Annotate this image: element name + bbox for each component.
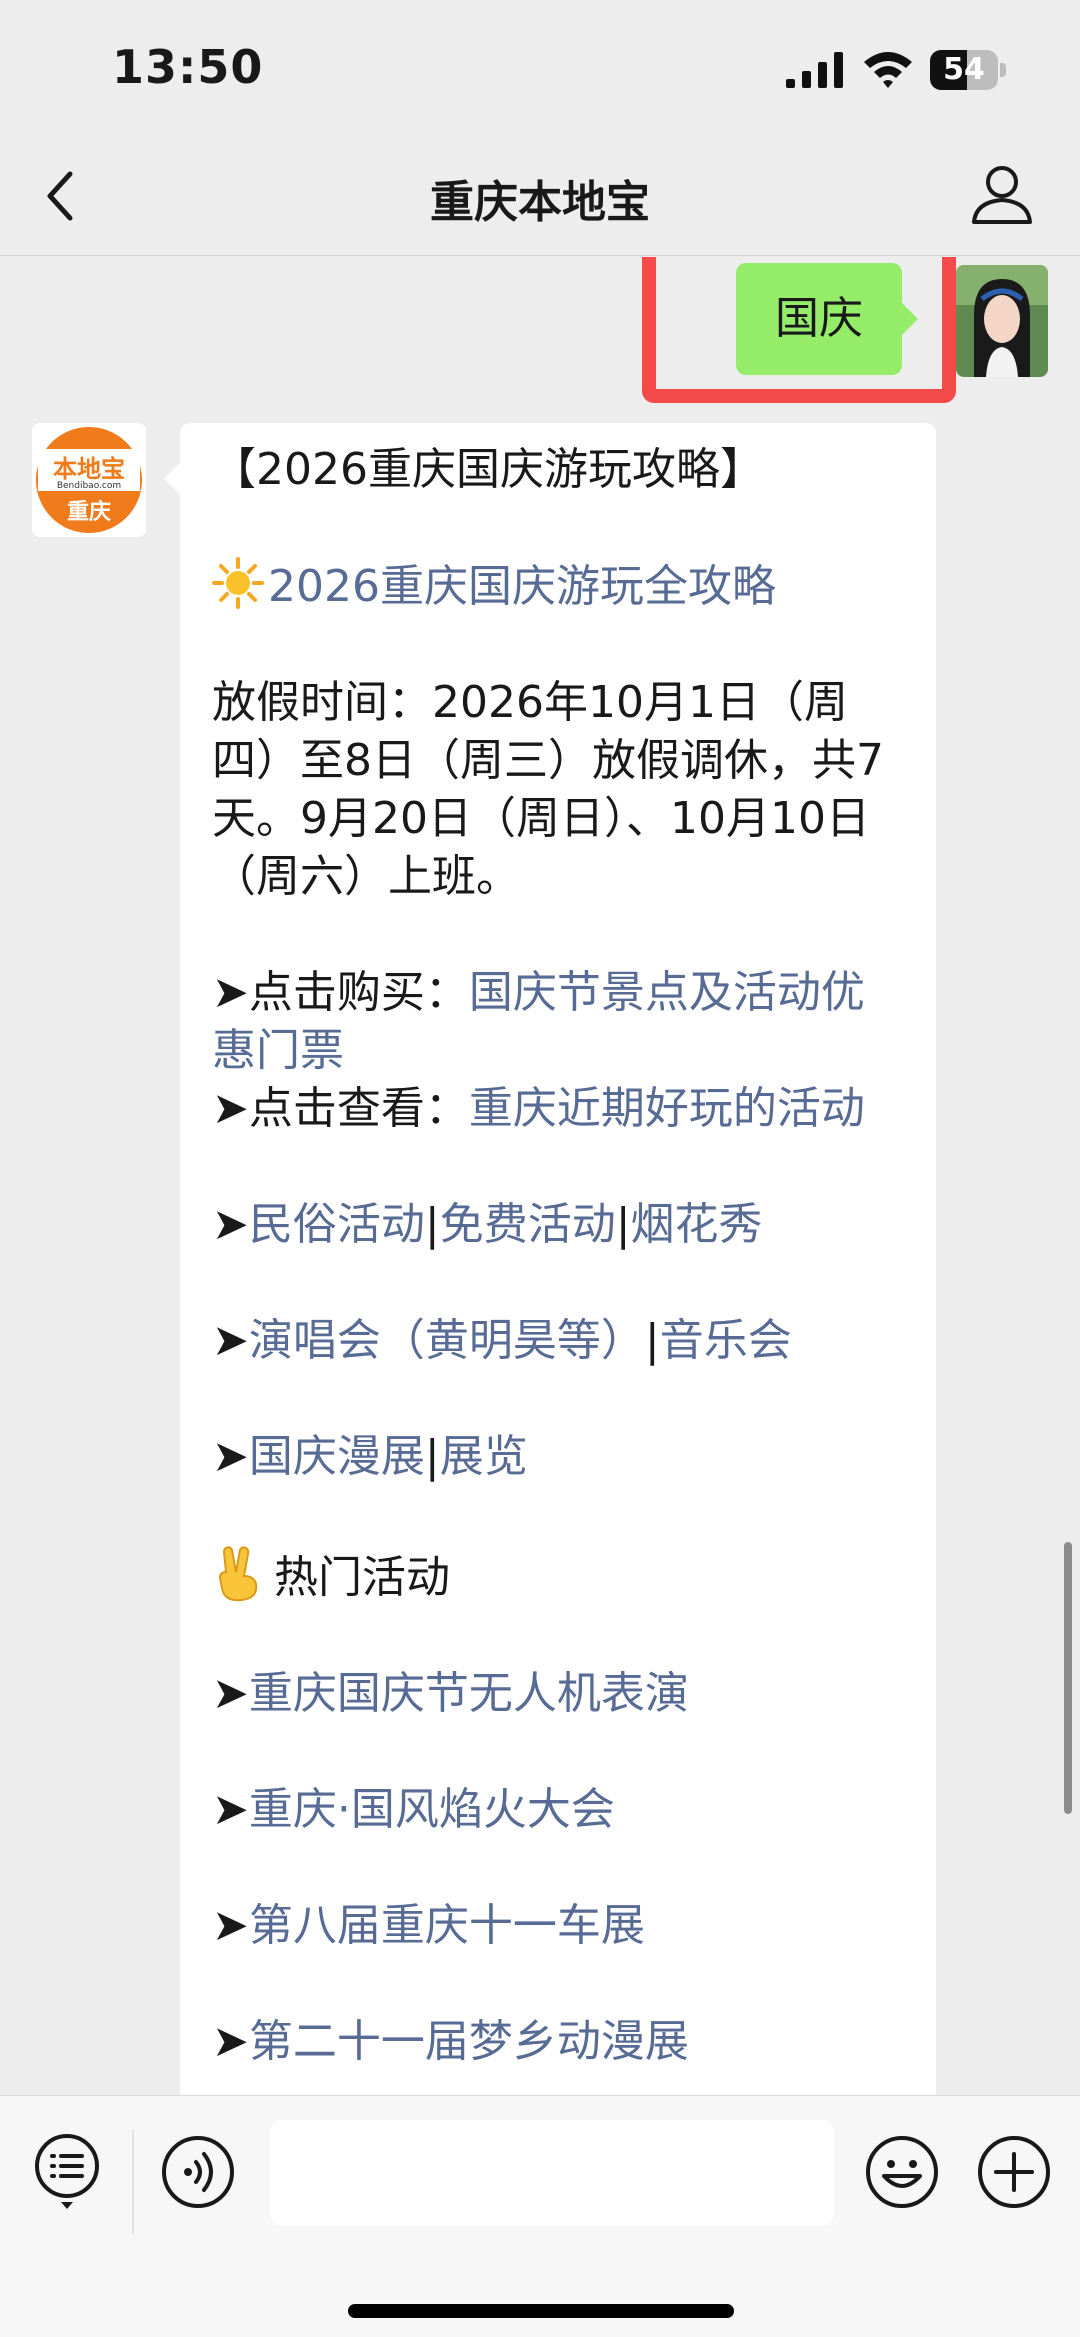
svg-text:Bendibao.com: Bendibao.com: [57, 481, 121, 491]
fireworks-link[interactable]: 烟花秀: [631, 1199, 763, 1250]
concert-link[interactable]: 演唱会（黄明昊等）: [249, 1315, 645, 1366]
divider: [132, 2130, 134, 2234]
status-bar: 13:50 54: [0, 0, 1080, 140]
voice-icon[interactable]: [160, 2134, 236, 2210]
status-time: 13:50: [112, 40, 264, 94]
hot-item: ➤重庆·国风焰火大会: [212, 1784, 615, 1835]
guide-row: 2026重庆国庆游玩全攻略: [212, 557, 900, 616]
user-avatar[interactable]: [956, 265, 1048, 377]
hot-item: ➤第二十一届梦乡动漫展: [212, 2016, 689, 2067]
exhibition-link[interactable]: 展览: [440, 1431, 528, 1482]
message-input[interactable]: [270, 2120, 834, 2226]
person-icon[interactable]: [966, 158, 1038, 230]
signal-icon: [786, 52, 843, 88]
sun-icon: [212, 557, 264, 609]
fireworks-festival-link[interactable]: 重庆·国风焰火大会: [249, 1784, 615, 1835]
music-concert-link[interactable]: 音乐会: [660, 1315, 792, 1366]
bot-avatar[interactable]: 本地宝 Bendibao.com 重庆: [32, 423, 146, 537]
comic-expo-link[interactable]: 国庆漫展: [249, 1431, 425, 1482]
emoji-icon[interactable]: [864, 2134, 940, 2210]
buy-row: ➤点击购买：国庆节景点及活动优惠门票: [212, 967, 865, 1076]
user-message-bubble[interactable]: 国庆: [736, 263, 918, 375]
battery-icon: 54: [930, 50, 1006, 90]
folk-activities-link[interactable]: 民俗活动: [249, 1199, 425, 1250]
links-row-folk: ➤民俗活动|免费活动|烟花秀: [212, 1199, 763, 1250]
links-row-expo: ➤国庆漫展|展览: [212, 1431, 528, 1482]
svg-text:重庆: 重庆: [67, 499, 111, 525]
holiday-text: 放假时间：2026年10月1日（周四）至8日（周三）放假调休，共7天。9月20日…: [212, 677, 884, 902]
guide-link[interactable]: 2026重庆国庆游玩全攻略: [268, 561, 776, 612]
nav-bar: 重庆本地宝: [0, 140, 1080, 256]
scrollbar-thumb[interactable]: [1064, 1542, 1072, 1814]
svg-text:本地宝: 本地宝: [53, 455, 125, 483]
plus-icon[interactable]: [976, 2134, 1052, 2210]
free-activities-link[interactable]: 免费活动: [440, 1199, 616, 1250]
chat-area[interactable]: 国庆 本地宝 Bendibao.com 重庆 【2026重庆国庆游玩攻略】 20…: [0, 257, 1080, 2095]
message-title: 【2026重庆国庆游玩攻略】: [212, 444, 764, 495]
menu-list-icon[interactable]: [32, 2132, 102, 2212]
auto-show-link[interactable]: 第八届重庆十一车展: [249, 1900, 645, 1951]
victory-hand-icon: [218, 1546, 258, 1602]
chevron-left-icon[interactable]: [30, 160, 102, 232]
links-row-concert: ➤演唱会（黄明昊等）|音乐会: [212, 1315, 792, 1366]
hot-item: ➤重庆国庆节无人机表演: [212, 1668, 689, 1719]
drone-show-link[interactable]: 重庆国庆节无人机表演: [249, 1668, 689, 1719]
anime-expo-link[interactable]: 第二十一届梦乡动漫展: [249, 2016, 689, 2067]
page-title: 重庆本地宝: [430, 177, 650, 228]
battery-level: 54: [943, 52, 985, 87]
recent-activities-link[interactable]: 重庆近期好玩的活动: [469, 1083, 865, 1134]
bot-message-bubble: 【2026重庆国庆游玩攻略】 2026重庆国庆游玩全攻略 放假时间：2026年1…: [164, 423, 936, 2095]
hot-item: ➤第八届重庆十一车展: [212, 1900, 645, 1951]
hot-activities-heading: 热门活动: [212, 1544, 900, 1607]
home-indicator[interactable]: [348, 2304, 734, 2318]
view-row: ➤点击查看：重庆近期好玩的活动: [212, 1083, 865, 1134]
wifi-icon: [864, 52, 912, 88]
input-bar: [0, 2095, 1080, 2337]
